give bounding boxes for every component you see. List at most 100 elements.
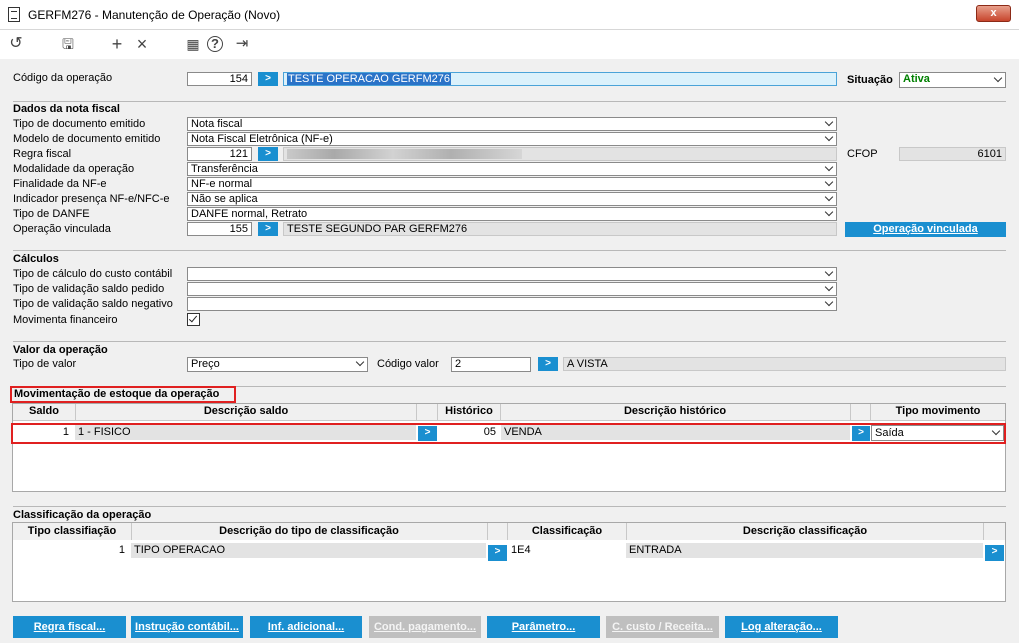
saldo-negativo-label: Tipo de validação saldo negativo — [13, 298, 173, 310]
chevron-down-icon — [824, 208, 834, 217]
delete-icon[interactable]: × — [132, 34, 152, 54]
estoque-saldo-lookup-button[interactable]: > — [418, 426, 437, 441]
centro-custo-button[interactable]: C. custo / Receita... — [606, 616, 719, 638]
classificacao-desc-tipo-cell: TIPO OPERACAO — [131, 543, 486, 558]
classificacao-desc-cell: ENTRADA — [626, 543, 983, 558]
classificacao-section-title: Classificação da operação — [13, 509, 152, 521]
codigo-valor-lookup-button[interactable]: > — [538, 357, 558, 371]
parametro-button[interactable]: Parâmetro... — [487, 616, 600, 638]
help-icon[interactable]: ? — [207, 36, 223, 52]
vinculada-lookup-button[interactable]: > — [258, 222, 278, 236]
instrucao-contabil-button[interactable]: Instrução contábil... — [131, 616, 243, 638]
situacao-label: Situação — [847, 74, 893, 86]
col-classificacao-header: Classificação — [531, 525, 603, 537]
vinculada-description: TESTE SEGUNDO PAR GERFM276 — [283, 222, 837, 236]
divider — [983, 523, 984, 540]
estoque-historico-lookup-button[interactable]: > — [852, 426, 870, 441]
financeiro-label: Movimenta financeiro — [13, 314, 118, 326]
financeiro-checkbox[interactable] — [187, 313, 200, 326]
chevron-down-icon — [824, 133, 834, 142]
regra-lookup-button[interactable]: > — [258, 147, 278, 161]
exit-icon[interactable]: ⇥ — [232, 34, 252, 54]
title-bar: GERFM276 - Manutenção de Operação (Novo)… — [0, 0, 1019, 30]
codigo-valor-description: A VISTA — [563, 357, 1006, 371]
estoque-desc-saldo-cell: 1 - FISICO — [75, 425, 416, 440]
chevron-down-icon — [824, 193, 834, 202]
situacao-select[interactable]: Ativa — [899, 72, 1006, 88]
chevron-down-icon — [824, 118, 834, 127]
vinculada-label: Operação vinculada — [13, 223, 111, 235]
save-icon[interactable]: 🖫 — [58, 34, 78, 54]
divider — [850, 404, 851, 421]
log-alteracao-button[interactable]: Log alteração... — [725, 616, 838, 638]
col-desc-classificacao-header: Descrição classificação — [742, 525, 868, 537]
danfe-label: Tipo de DANFE — [13, 208, 90, 220]
danfe-select[interactable]: DANFE normal, Retrato — [187, 207, 837, 221]
operacao-vinculada-button[interactable]: Operação vinculada — [845, 222, 1006, 237]
tipo-doc-select[interactable]: Nota fiscal — [187, 117, 837, 131]
modelo-label: Modelo de documento emitido — [13, 133, 161, 145]
calendar-icon[interactable]: ▦ — [183, 34, 203, 54]
redacted-text — [287, 149, 522, 159]
chevron-down-icon — [824, 298, 834, 307]
classificacao-lookup-button[interactable]: > — [985, 545, 1004, 561]
chevron-down-icon — [991, 426, 1001, 436]
chevron-down-icon — [824, 178, 834, 187]
indicador-select[interactable]: Não se aplica — [187, 192, 837, 206]
regra-label: Regra fiscal — [13, 148, 72, 160]
custo-label: Tipo de cálculo do custo contábil — [13, 268, 173, 280]
tipo-valor-select[interactable]: Preço — [187, 357, 368, 372]
cond-pagamento-button[interactable]: Cond. pagamento... — [369, 616, 481, 638]
regra-fiscal-button[interactable]: Regra fiscal... — [13, 616, 126, 638]
codigo-input[interactable]: 154 — [187, 72, 252, 86]
nota-fiscal-section-title: Dados da nota fiscal — [13, 103, 120, 115]
chevron-down-icon — [355, 358, 365, 367]
classificacao-tipo-lookup-button[interactable]: > — [488, 545, 507, 561]
divider — [13, 341, 1006, 342]
estoque-tipo-movimento-select[interactable]: Saída — [871, 425, 1004, 441]
indicador-label: Indicador presença NF-e/NFC-e — [13, 193, 170, 205]
estoque-saldo-cell[interactable]: 1 — [14, 425, 72, 440]
divider — [416, 404, 417, 421]
col-historico-header: Histórico — [445, 405, 493, 417]
window-title: GERFM276 - Manutenção de Operação (Novo) — [28, 8, 281, 22]
codigo-lookup-button[interactable]: > — [258, 72, 278, 86]
checkmark-icon — [188, 313, 198, 323]
saldo-pedido-label: Tipo de validação saldo pedido — [13, 283, 165, 295]
codigo-valor-input[interactable]: 2 — [451, 357, 531, 372]
descricao-input[interactable]: TESTE OPERACAO GERFM276 — [283, 72, 837, 86]
estoque-desc-historico-cell: VENDA — [501, 425, 850, 440]
chevron-down-icon — [824, 268, 834, 277]
undo-icon[interactable]: ↺ — [6, 34, 26, 54]
finalidade-select[interactable]: NF-e normal — [187, 177, 837, 191]
saldo-negativo-select[interactable] — [187, 297, 837, 311]
divider — [13, 250, 1006, 251]
inf-adicional-button[interactable]: Inf. adicional... — [250, 616, 362, 638]
regra-description — [283, 147, 837, 161]
divider — [13, 101, 1006, 102]
cfop-label: CFOP — [847, 148, 878, 160]
custo-select[interactable] — [187, 267, 837, 281]
toolbar — [0, 30, 1019, 59]
chevron-down-icon — [824, 283, 834, 292]
classificacao-tipo-cell[interactable]: 1 — [14, 543, 128, 558]
modalidade-label: Modalidade da operação — [13, 163, 135, 175]
regra-input[interactable]: 121 — [187, 147, 252, 161]
col-desc-historico-header: Descrição histórico — [623, 405, 727, 417]
finalidade-label: Finalidade da NF-e — [13, 178, 107, 190]
chevron-down-icon — [993, 73, 1003, 83]
classificacao-cell[interactable]: 1E4 — [508, 543, 626, 558]
add-icon[interactable]: + — [107, 34, 127, 54]
modelo-select[interactable]: Nota Fiscal Eletrônica (NF-e) — [187, 132, 837, 146]
cfop-value: 6101 — [899, 147, 1006, 161]
modalidade-select[interactable]: Transferência — [187, 162, 837, 176]
col-desc-tipo-header: Descrição do tipo de classificação — [219, 525, 399, 537]
saldo-pedido-select[interactable] — [187, 282, 837, 296]
estoque-historico-cell[interactable]: 05 — [438, 425, 499, 440]
close-button[interactable]: x — [976, 5, 1011, 22]
tipo-valor-label: Tipo de valor — [13, 358, 77, 370]
col-desc-saldo-header: Descrição saldo — [203, 405, 289, 417]
vinculada-input[interactable]: 155 — [187, 222, 252, 236]
col-tipo-classificacao-header: Tipo classifiação — [27, 525, 117, 537]
codigo-label: Código da operação — [13, 72, 113, 84]
